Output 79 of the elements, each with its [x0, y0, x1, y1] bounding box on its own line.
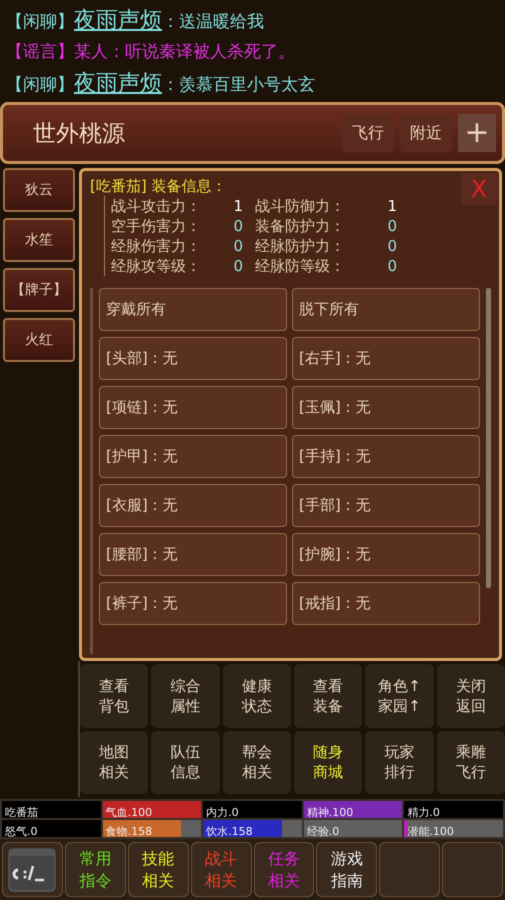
location-title: 世外桃源	[33, 120, 126, 148]
status-text: 内力.0	[205, 806, 239, 818]
npc-button[interactable]: 狄云	[3, 168, 75, 212]
equipment-slot[interactable]: [护甲]：无	[99, 435, 287, 478]
equipment-slot[interactable]: [裤子]：无	[99, 582, 287, 625]
action-button[interactable]: 乘雕 飞行	[436, 730, 505, 794]
action-button[interactable]: 随身 商城	[294, 730, 362, 794]
stat-label: 经脉防等级：	[255, 256, 345, 276]
action-button[interactable]: 角色↑ 家园↑	[365, 664, 434, 728]
terminal-icon	[8, 848, 56, 892]
console-button[interactable]	[2, 842, 63, 897]
menu-button[interactable]: 任务 相关	[254, 842, 314, 897]
channel-tag: 【闲聊】	[6, 72, 74, 96]
stat-label: 经脉攻等级：	[111, 256, 201, 276]
status-text: 气血.100	[104, 806, 152, 818]
chat-message: ：羡慕百里小号太玄	[162, 74, 315, 96]
status-text: 饮水.158	[205, 825, 253, 837]
equipment-slot[interactable]: [护腕]：无	[292, 533, 480, 576]
chat-message: ：听说秦译被人杀死了。	[108, 40, 295, 62]
add-button[interactable]: +	[458, 114, 496, 152]
npc-button[interactable]: 火红	[3, 318, 75, 362]
equipment-slot[interactable]: [头部]：无	[99, 337, 287, 380]
menu-button[interactable]: 战斗 相关	[190, 842, 252, 897]
status-text: 潜能.100	[406, 825, 454, 837]
menu-button[interactable]	[379, 842, 440, 897]
stat-value: 0	[232, 236, 243, 256]
stat-value: 0	[386, 256, 397, 276]
stat-value: 0	[232, 256, 243, 276]
equipment-slot[interactable]: [右手]：无	[292, 337, 480, 380]
menu-button[interactable]: 游戏 指南	[316, 842, 378, 897]
menu-button[interactable]	[442, 842, 503, 897]
action-button[interactable]: 健康 状态	[222, 664, 291, 728]
menu-button[interactable]: 技能 相关	[128, 842, 189, 897]
speaker-name: 某人	[74, 40, 108, 62]
channel-tag: 【闲聊】	[6, 10, 74, 32]
npc-button[interactable]: 水笙	[3, 218, 75, 262]
status-text: 精力.0	[406, 806, 440, 818]
equipment-slot[interactable]: [腰部]：无	[99, 533, 287, 576]
player-name-link[interactable]: 夜雨声烦	[74, 4, 162, 34]
stat-label: 战斗攻击力：	[111, 196, 201, 216]
location-button[interactable]: 飞行	[342, 114, 394, 152]
equipment-slot[interactable]: 脱下所有	[292, 288, 480, 331]
npc-button[interactable]: 【牌子】	[3, 268, 75, 312]
equipment-slot[interactable]: [手部]：无	[292, 484, 480, 527]
equipment-slot[interactable]: [戒指]：无	[292, 582, 480, 625]
stat-label: 经脉伤害力：	[111, 236, 201, 256]
stat-label: 装备防护力：	[255, 216, 345, 236]
status-text: 经验.0	[306, 825, 340, 837]
chat-message: ：送温暖给我	[162, 10, 264, 32]
stat-value: 0	[386, 216, 397, 236]
stat-label: 战斗防御力：	[255, 196, 345, 216]
stat-value: 1	[232, 196, 243, 216]
action-button[interactable]: 帮会 相关	[222, 730, 291, 794]
stat-value: 0	[386, 236, 397, 256]
stat-label: 经脉防护力：	[255, 236, 345, 256]
location-button[interactable]: 附近	[400, 114, 452, 152]
status-text: 怒气.0	[4, 825, 38, 837]
equipment-slot[interactable]: [手持]：无	[292, 435, 480, 478]
player-name-link[interactable]: 夜雨声烦	[74, 68, 162, 98]
action-button[interactable]: 查看 背包	[80, 664, 148, 728]
status-text: 吃番茄	[4, 806, 38, 818]
action-button[interactable]: 队伍 信息	[151, 730, 220, 794]
status-text: 食物.158	[104, 825, 152, 837]
stat-label: 空手伤害力：	[111, 216, 201, 236]
menu-button[interactable]: 常用 指令	[64, 842, 126, 897]
action-button[interactable]: 地图 相关	[80, 730, 148, 794]
stat-value: 0	[232, 216, 243, 236]
equipment-slot[interactable]: [项链]：无	[99, 386, 287, 429]
equipment-slot[interactable]: 穿戴所有	[99, 288, 287, 331]
action-button[interactable]: 综合 属性	[151, 664, 220, 728]
equipment-slot[interactable]: [玉佩]：无	[292, 386, 480, 429]
stat-value: 1	[386, 196, 397, 216]
dialog-title: [吃番茄] 装备信息：	[90, 177, 226, 196]
equipment-slot[interactable]: [衣服]：无	[99, 484, 287, 527]
channel-tag: 【谣言】	[6, 40, 74, 62]
action-button[interactable]: 查看 装备	[294, 664, 362, 728]
status-text: 精神.100	[306, 806, 354, 818]
action-button[interactable]: 关闭 返回	[436, 664, 505, 728]
action-button[interactable]: 玩家 排行	[365, 730, 434, 794]
